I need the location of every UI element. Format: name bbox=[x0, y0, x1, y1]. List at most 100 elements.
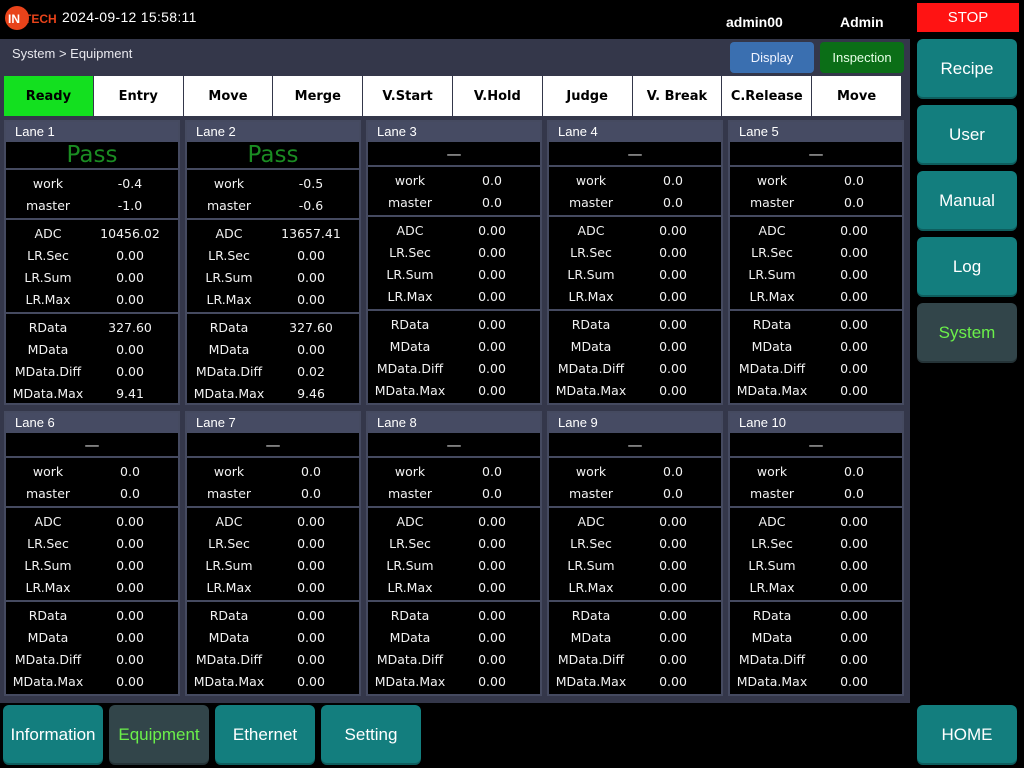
user-button[interactable]: User bbox=[917, 105, 1017, 165]
lane-row-lr-max: LR.Max 0.00 bbox=[730, 576, 902, 598]
display-button[interactable]: Display bbox=[730, 42, 814, 73]
lane-label: master bbox=[749, 194, 795, 210]
lane-title: Lane 3 bbox=[368, 122, 540, 142]
lane-label: LR.Sec bbox=[570, 244, 612, 260]
lane-value: 0.0 bbox=[663, 485, 683, 501]
lane-value: 0.00 bbox=[840, 673, 868, 689]
lane-row-work: work 0.0 bbox=[368, 169, 540, 191]
lane-value-group: work 0.0 master 0.0 bbox=[549, 167, 721, 217]
lane-label: RData bbox=[28, 607, 68, 623]
lane-label: ADC bbox=[396, 222, 424, 238]
lane-row-lr-sec: LR.Sec 0.00 bbox=[730, 241, 902, 263]
lane-label: RData bbox=[752, 316, 792, 332]
lane-row-work: work -0.4 bbox=[6, 172, 178, 194]
lane-label: MData.Max bbox=[12, 673, 84, 689]
lane-title: Lane 5 bbox=[730, 122, 902, 142]
lane-row-lr-max: LR.Max 0.00 bbox=[187, 576, 359, 598]
lane-label: MData.Max bbox=[193, 385, 265, 401]
step-2: Entry bbox=[93, 76, 184, 116]
lane-row-mdata-diff: MData.Diff 0.00 bbox=[368, 648, 540, 670]
lane-value: 0.00 bbox=[478, 513, 506, 529]
lane-label: ADC bbox=[758, 513, 786, 529]
tab-setting[interactable]: Setting bbox=[321, 705, 421, 765]
lane-value: 0.0 bbox=[844, 485, 864, 501]
recipe-button[interactable]: Recipe bbox=[917, 39, 1017, 99]
tab-equipment[interactable]: Equipment bbox=[109, 705, 209, 765]
inspection-button[interactable]: Inspection bbox=[820, 42, 904, 73]
lane-row-rdata: RData 327.60 bbox=[187, 316, 359, 338]
lane-row-work: work 0.0 bbox=[187, 460, 359, 482]
lane-label: RData bbox=[571, 607, 611, 623]
lane-label: master bbox=[206, 197, 252, 213]
lane-value-group: work 0.0 master 0.0 bbox=[368, 167, 540, 217]
lane-value: 0.00 bbox=[840, 316, 868, 332]
step-1: Ready bbox=[4, 76, 94, 116]
log-button[interactable]: Log bbox=[917, 237, 1017, 297]
lane-row-lr-sum: LR.Sum 0.00 bbox=[368, 263, 540, 285]
lane-label: master bbox=[25, 485, 71, 501]
lane-value: 0.00 bbox=[659, 244, 687, 260]
lane-label: LR.Sum bbox=[567, 557, 615, 573]
step-10: Move bbox=[812, 76, 902, 116]
lane-label: MData bbox=[27, 341, 69, 357]
tab-ethernet[interactable]: Ethernet bbox=[215, 705, 315, 765]
lane-row-lr-sec: LR.Sec 0.00 bbox=[730, 532, 902, 554]
system-button[interactable]: System bbox=[917, 303, 1017, 363]
lane-value-group: RData 0.00 MData 0.00 MData.Diff 0.00 MData.Ma… bbox=[368, 311, 540, 403]
lane-row-mdata-diff: MData.Diff 0.00 bbox=[187, 648, 359, 670]
lane-result: — bbox=[187, 433, 359, 458]
lane-value: 0.00 bbox=[478, 629, 506, 645]
lane-row-work: work 0.0 bbox=[368, 460, 540, 482]
manual-button[interactable]: Manual bbox=[917, 171, 1017, 231]
lane-value: 9.41 bbox=[116, 385, 144, 401]
lane-value: 327.60 bbox=[108, 319, 152, 335]
lane-result: — bbox=[549, 433, 721, 458]
lane-row-lr-sum: LR.Sum 0.00 bbox=[549, 554, 721, 576]
lane-title: Lane 7 bbox=[187, 413, 359, 433]
stop-button[interactable]: STOP bbox=[917, 3, 1019, 32]
lane-value: 0.0 bbox=[301, 463, 321, 479]
lane-value: 0.0 bbox=[301, 485, 321, 501]
lane-value: 0.00 bbox=[659, 360, 687, 376]
lane-row-adc: ADC 0.00 bbox=[187, 510, 359, 532]
lane-row-mdata-max: MData.Max 0.00 bbox=[368, 379, 540, 401]
lane-value: 0.00 bbox=[478, 607, 506, 623]
lane-label: master bbox=[749, 485, 795, 501]
lane-title: Lane 9 bbox=[549, 413, 721, 433]
lane-value: 0.00 bbox=[116, 247, 144, 263]
lane-value: 0.00 bbox=[116, 651, 144, 667]
lane-value: 0.00 bbox=[116, 607, 144, 623]
lane-label: LR.Sec bbox=[751, 535, 793, 551]
lane-label: LR.Sec bbox=[208, 247, 250, 263]
lane-value: 0.00 bbox=[840, 244, 868, 260]
lane-row-lr-max: LR.Max 0.00 bbox=[6, 288, 178, 310]
lane-value: 327.60 bbox=[289, 319, 333, 335]
lane-title: Lane 4 bbox=[549, 122, 721, 142]
lane-value: 0.00 bbox=[478, 557, 506, 573]
home-button[interactable]: HOME bbox=[917, 705, 1017, 765]
lane-value-group: work 0.0 master 0.0 bbox=[730, 458, 902, 508]
lane-row-lr-max: LR.Max 0.00 bbox=[368, 576, 540, 598]
svg-text:IN: IN bbox=[8, 12, 20, 26]
lane-value: 0.00 bbox=[840, 266, 868, 282]
lane-row-lr-sum: LR.Sum 0.00 bbox=[368, 554, 540, 576]
lane-row-rdata: RData 0.00 bbox=[730, 604, 902, 626]
lane-value: 0.00 bbox=[659, 316, 687, 332]
tab-information[interactable]: Information bbox=[3, 705, 103, 765]
lane-label: MData.Max bbox=[193, 673, 265, 689]
lane-value: 0.00 bbox=[478, 579, 506, 595]
lane-value: 0.00 bbox=[659, 629, 687, 645]
lane-value: 0.00 bbox=[297, 673, 325, 689]
lane-title: Lane 8 bbox=[368, 413, 540, 433]
lane-value: 0.0 bbox=[663, 463, 683, 479]
lane-value: 0.00 bbox=[297, 629, 325, 645]
step-3: Move bbox=[183, 76, 274, 116]
lane-label: master bbox=[387, 194, 433, 210]
lane-row-mdata: MData 0.00 bbox=[730, 626, 902, 648]
lane-label: MData bbox=[751, 338, 793, 354]
lane-value: 0.00 bbox=[116, 557, 144, 573]
lane-label: LR.Sum bbox=[205, 269, 253, 285]
lane-value: 0.0 bbox=[120, 463, 140, 479]
lane-value: 0.00 bbox=[116, 513, 144, 529]
lane-label: MData.Diff bbox=[557, 360, 625, 376]
